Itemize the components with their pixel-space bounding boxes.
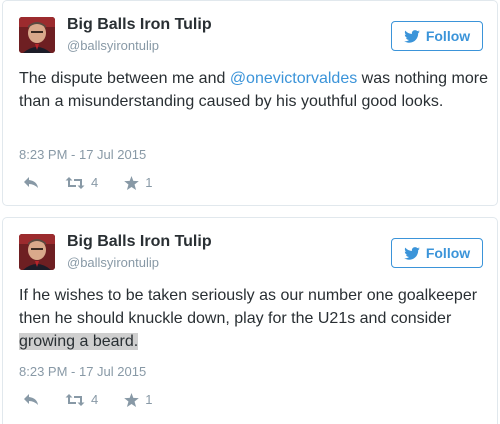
star-icon	[124, 175, 140, 190]
tweet-text-start: If he wishes to be taken seriously as ou…	[19, 287, 478, 327]
mention-link[interactable]: @onevictorvaldes	[230, 70, 357, 87]
user-handle[interactable]: @ballsyirontulip	[67, 38, 159, 53]
tweet-text: If he wishes to be taken seriously as ou…	[19, 284, 489, 353]
tweet-timestamp[interactable]: 8:23 PM - 17 Jul 2015	[19, 147, 146, 162]
tweet-text-start: The dispute between me and	[19, 70, 230, 87]
favorite-button[interactable]: 1	[124, 175, 152, 190]
user-handle[interactable]: @ballsyirontulip	[67, 255, 159, 270]
avatar[interactable]	[19, 234, 55, 270]
follow-button[interactable]: Follow	[391, 21, 483, 51]
twitter-bird-icon	[404, 246, 420, 260]
retweet-count: 4	[91, 392, 99, 407]
retweet-button[interactable]: 4	[65, 175, 98, 190]
reply-button[interactable]	[23, 393, 39, 406]
tweet-card: Big Balls Iron Tulip @ballsyirontulip Fo…	[2, 0, 498, 206]
reply-icon	[23, 393, 39, 406]
follow-label: Follow	[425, 28, 471, 44]
retweet-icon	[65, 393, 85, 407]
favorite-button[interactable]: 1	[124, 392, 152, 407]
twitter-bird-icon	[404, 29, 420, 43]
favorite-count: 1	[145, 175, 153, 190]
tweet-card: Big Balls Iron Tulip @ballsyirontulip Fo…	[2, 217, 498, 424]
tweet-actions: 4 1	[23, 392, 178, 407]
display-name[interactable]: Big Balls Iron Tulip	[67, 16, 212, 34]
follow-button[interactable]: Follow	[391, 238, 483, 268]
display-name[interactable]: Big Balls Iron Tulip	[67, 233, 212, 251]
favorite-count: 1	[145, 392, 153, 407]
follow-label: Follow	[425, 245, 471, 261]
avatar[interactable]	[19, 17, 55, 53]
tweet-feed: Big Balls Iron Tulip @ballsyirontulip Fo…	[0, 0, 500, 424]
reply-icon	[23, 176, 39, 189]
retweet-count: 4	[91, 175, 99, 190]
tweet-timestamp[interactable]: 8:23 PM - 17 Jul 2015	[19, 364, 146, 379]
tweet-text: The dispute between me and @onevictorval…	[19, 67, 489, 113]
highlighted-text: growing a beard.	[19, 333, 139, 350]
reply-button[interactable]	[23, 176, 39, 189]
retweet-icon	[65, 176, 85, 190]
retweet-button[interactable]: 4	[65, 392, 98, 407]
tweet-actions: 4 1	[23, 175, 178, 190]
star-icon	[124, 392, 140, 407]
